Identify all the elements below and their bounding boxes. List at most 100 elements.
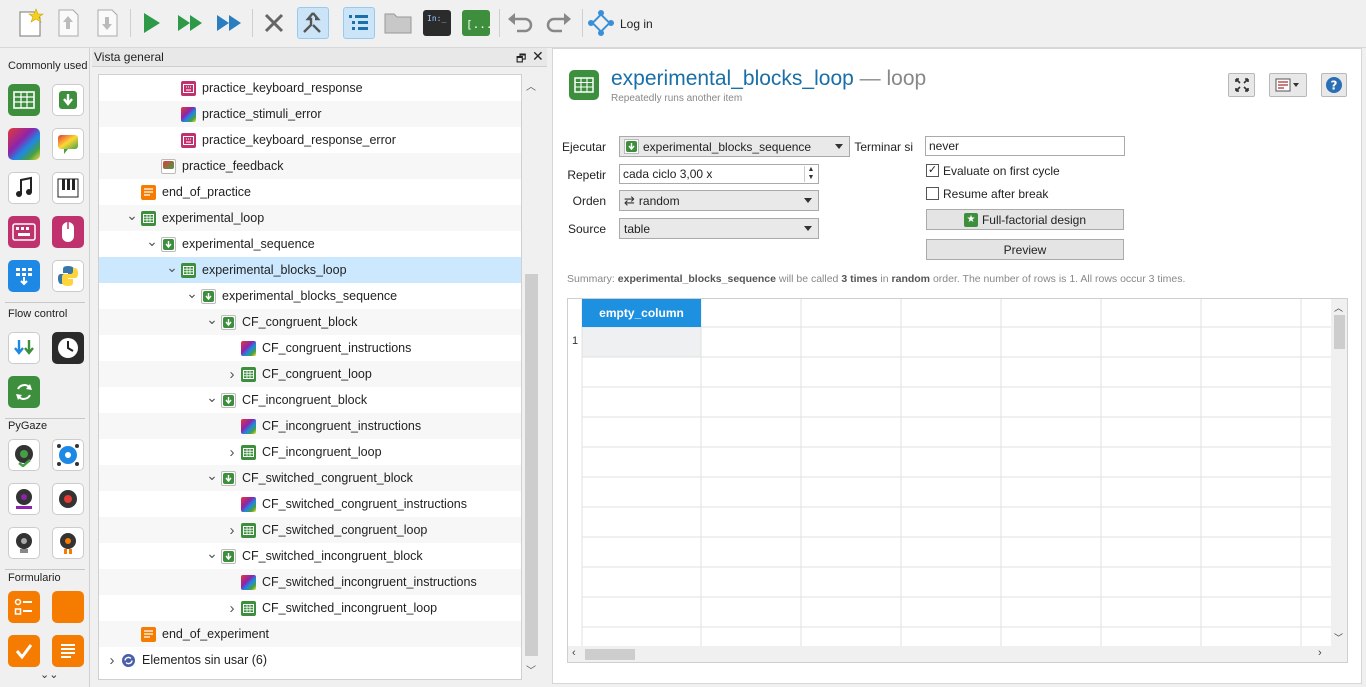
form-text-display-item-icon[interactable] <box>52 635 84 667</box>
scroll-right-icon[interactable]: › <box>1318 647 1322 659</box>
keyboard-response-item-icon[interactable] <box>8 216 40 248</box>
pygaze-stop-recording-item-icon[interactable] <box>8 527 40 559</box>
tree-item-cf-congruent-loop[interactable]: › CF_congruent_loop <box>99 361 521 387</box>
undo-button[interactable] <box>504 7 536 39</box>
expanded-chevron-icon[interactable]: ⌄ <box>205 389 219 405</box>
repeat-spinbox[interactable]: cada ciclo 3,00 x ▲ ▼ <box>619 164 819 184</box>
preview-button[interactable]: Preview <box>926 239 1124 260</box>
sketchpad-item-icon[interactable] <box>8 128 40 160</box>
tree-item-cf-switched-congruent-instructions[interactable]: CF_switched_congruent_instructions <box>99 491 521 517</box>
tree-scroll-thumb[interactable] <box>525 274 538 656</box>
scroll-down-icon[interactable]: ﹀ <box>1334 631 1343 644</box>
tree-item-cf-incongruent-instructions[interactable]: CF_incongruent_instructions <box>99 413 521 439</box>
run-item-select[interactable]: experimental_blocks_sequence <box>619 136 850 157</box>
collapsed-chevron-icon[interactable]: › <box>225 600 239 617</box>
item-menu-button[interactable] <box>1269 73 1307 97</box>
expanded-chevron-icon[interactable]: ⌄ <box>145 233 159 249</box>
login-label[interactable]: Log in <box>620 17 653 31</box>
synth-item-icon[interactable] <box>52 172 84 204</box>
kill-button[interactable] <box>258 7 290 39</box>
pygaze-init-item-icon[interactable] <box>8 439 40 471</box>
run-button[interactable] <box>135 7 167 39</box>
tree-item-experimental-blocks-loop[interactable]: ⌄ experimental_blocks_loop <box>99 257 521 283</box>
run-window-button[interactable] <box>174 7 206 39</box>
sampler-item-icon[interactable] <box>8 172 40 204</box>
expanded-chevron-icon[interactable]: ⌄ <box>205 545 219 561</box>
pygaze-wait-item-icon[interactable] <box>52 527 84 559</box>
sequence-item-icon[interactable] <box>52 84 84 116</box>
scroll-down-icon[interactable]: ﹀ <box>526 662 536 677</box>
logger-item-icon[interactable] <box>8 260 40 292</box>
tree-item-cf-congruent-block[interactable]: ⌄ CF_congruent_block <box>99 309 521 335</box>
full-factorial-button[interactable]: ★ Full-factorial design <box>926 209 1124 230</box>
resume-after-break-checkbox[interactable] <box>926 187 939 200</box>
tree-item-experimental-loop[interactable]: ⌄ experimental_loop <box>99 205 521 231</box>
inline-script-item-icon[interactable] <box>52 260 84 292</box>
collapsed-chevron-icon[interactable]: › <box>105 652 119 669</box>
tree-item-end-of-experiment[interactable]: end_of_experiment <box>99 621 521 647</box>
overview-toggle-button[interactable] <box>343 7 375 39</box>
tree-item-cf-switched-congruent-block[interactable]: ⌄ CF_switched_congruent_block <box>99 465 521 491</box>
tree-item-cf-switched-incongruent-block[interactable]: ⌄ CF_switched_incongruent_block <box>99 543 521 569</box>
close-tabs-button[interactable] <box>297 7 329 39</box>
tree-item-experimental-sequence[interactable]: ⌄ experimental_sequence <box>99 231 521 257</box>
tree-item-cf-switched-congruent-loop[interactable]: › CF_switched_congruent_loop <box>99 517 521 543</box>
loop-item-icon[interactable] <box>8 84 40 116</box>
form-consent-item-icon[interactable] <box>8 635 40 667</box>
expanded-chevron-icon[interactable]: ⌄ <box>125 207 139 223</box>
table-hscroll-thumb[interactable] <box>585 649 635 660</box>
advanced-delay-item-icon[interactable] <box>52 332 84 364</box>
tree-item-cf-switched-incongruent-instructions[interactable]: CF_switched_incongruent_instructions <box>99 569 521 595</box>
save-down-button[interactable] <box>91 7 123 39</box>
source-select[interactable]: table <box>619 218 819 239</box>
tree-scrollbar[interactable]: ︿ ﹀ <box>523 74 540 680</box>
tree-item-experimental-blocks-sequence[interactable]: ⌄ experimental_blocks_sequence <box>99 283 521 309</box>
break-if-input[interactable]: never <box>925 136 1125 156</box>
table-horizontal-scrollbar[interactable]: ‹ › <box>568 646 1347 662</box>
pygaze-drift-correct-item-icon[interactable] <box>52 439 84 471</box>
tree-item-cf-switched-incongruent-loop[interactable]: › CF_switched_incongruent_loop <box>99 595 521 621</box>
quick-run-button[interactable] <box>213 7 245 39</box>
spinner-arrows-icon[interactable]: ▲ ▼ <box>804 166 817 182</box>
float-dock-icon[interactable]: 🗗 <box>516 50 526 69</box>
feedback-item-icon[interactable] <box>52 128 84 160</box>
open-up-button[interactable] <box>52 7 84 39</box>
scroll-up-icon[interactable]: ︿ <box>526 78 536 93</box>
scroll-left-icon[interactable]: ‹ <box>572 647 576 659</box>
expanded-chevron-icon[interactable]: ⌄ <box>205 311 219 327</box>
tree-item-practice-keyboard-response-error[interactable]: practice_keyboard_response_error <box>99 127 521 153</box>
tree-item-cf-incongruent-block[interactable]: ⌄ CF_incongruent_block <box>99 387 521 413</box>
tree-item-end-of-practice[interactable]: end_of_practice <box>99 179 521 205</box>
pygaze-log-item-icon[interactable] <box>8 483 40 515</box>
form-multiple-choice-item-icon[interactable] <box>8 591 40 623</box>
more-items-chevron-icon[interactable]: ⌄⌄ <box>40 668 58 681</box>
expanded-chevron-icon[interactable]: ⌄ <box>185 285 199 301</box>
tree-item-practice-feedback[interactable]: practice_feedback <box>99 153 521 179</box>
scroll-up-icon[interactable]: ︿ <box>1334 301 1343 314</box>
tree-item-elementos-sin-usar-6[interactable]: › Elementos sin usar (6) <box>99 647 521 673</box>
new-experiment-button[interactable] <box>14 7 46 39</box>
evaluate-first-checkbox[interactable]: ✓ <box>926 164 939 177</box>
pygaze-start-recording-item-icon[interactable] <box>52 483 84 515</box>
login-button[interactable] <box>585 7 617 39</box>
item-name[interactable]: experimental_blocks_loop <box>611 67 854 90</box>
table-vertical-scrollbar[interactable]: ︿ ﹀ <box>1331 299 1347 648</box>
table-scroll-thumb[interactable] <box>1334 315 1345 349</box>
expanded-chevron-icon[interactable]: ⌄ <box>205 467 219 483</box>
collapsed-chevron-icon[interactable]: › <box>225 444 239 461</box>
debug-window-button[interactable]: In:_ <box>421 7 453 39</box>
loop-table[interactable]: empty_column 1 ︿ ﹀ ‹ › <box>567 298 1348 663</box>
form-base-item-icon[interactable] <box>52 591 84 623</box>
help-button[interactable]: ? <box>1321 73 1347 97</box>
collapsed-chevron-icon[interactable]: › <box>225 366 239 383</box>
tree-item-cf-congruent-instructions[interactable]: CF_congruent_instructions <box>99 335 521 361</box>
tree-item-practice-stimuli-error[interactable]: practice_stimuli_error <box>99 101 521 127</box>
file-pool-button[interactable] <box>382 7 414 39</box>
collapsed-chevron-icon[interactable]: › <box>225 522 239 539</box>
redo-button[interactable] <box>543 7 575 39</box>
tree-item-cf-incongruent-loop[interactable]: › CF_incongruent_loop <box>99 439 521 465</box>
order-select[interactable]: ⇄ random <box>619 190 819 211</box>
maximize-button[interactable] <box>1228 73 1255 97</box>
close-dock-icon[interactable]: ✕ <box>532 48 544 65</box>
item-title[interactable]: experimental_blocks_loop — loop <box>611 67 926 91</box>
